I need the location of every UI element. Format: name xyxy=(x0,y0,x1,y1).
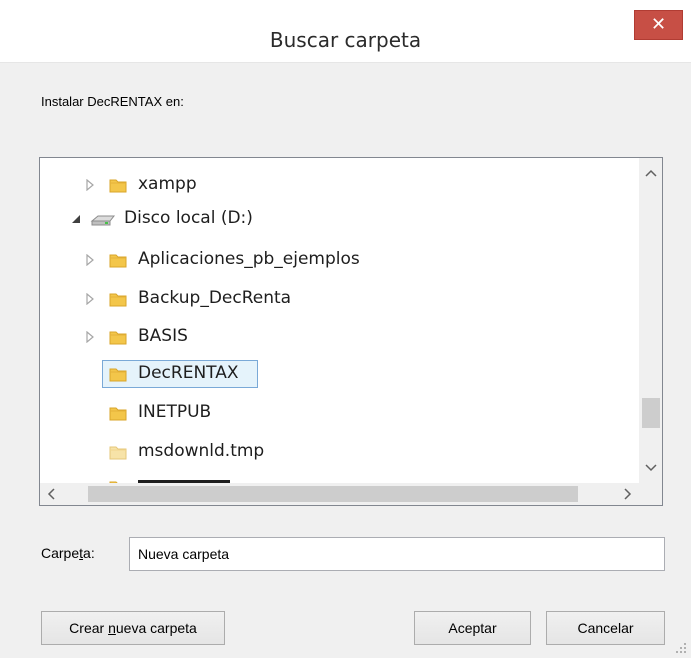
scroll-up-icon[interactable] xyxy=(639,158,663,190)
close-icon: ✕ xyxy=(650,14,667,35)
tree-item-decrentax[interactable]: DecRENTAX xyxy=(40,359,639,389)
button-text: Crear xyxy=(69,620,109,636)
tree-item-msdownld[interactable]: msdownld.tmp xyxy=(40,437,639,467)
close-button[interactable]: ✕ xyxy=(634,10,683,40)
scroll-down-icon[interactable] xyxy=(639,451,663,483)
folder-field-label: Carpeta: xyxy=(41,545,95,561)
browse-folder-dialog: Buscar carpeta ✕ Instalar DecRENTAX en: … xyxy=(0,0,691,658)
tree-item-local-disk-d[interactable]: Disco local (D:) xyxy=(40,204,639,234)
expand-arrow-icon[interactable] xyxy=(84,293,96,305)
tree-item-aplicaciones[interactable]: Aplicaciones_pb_ejemplos xyxy=(40,245,639,275)
folder-icon xyxy=(109,407,127,421)
expand-arrow-icon[interactable] xyxy=(84,254,96,266)
expand-arrow-icon[interactable] xyxy=(84,179,96,191)
folder-icon xyxy=(109,368,127,382)
vertical-scroll-thumb[interactable] xyxy=(642,398,660,428)
tree-item-label: msdownld.tmp xyxy=(138,441,265,461)
accept-button[interactable]: Aceptar xyxy=(414,611,531,645)
tree-item-label: DecRENTAX xyxy=(138,363,239,383)
button-accesskey: n xyxy=(108,620,116,636)
expand-arrow-icon[interactable] xyxy=(84,331,96,343)
folder-icon xyxy=(109,293,127,307)
tree-item-label: BASIS xyxy=(138,326,188,346)
tree-item-label: xampp xyxy=(138,174,197,194)
cancel-button[interactable]: Cancelar xyxy=(546,611,665,645)
tree-item-inetpub[interactable]: INETPUB xyxy=(40,398,639,428)
folder-icon xyxy=(109,446,127,460)
tree-item-label: Backup_DecRenta xyxy=(138,288,292,308)
tree-item-label: INETPUB xyxy=(138,402,212,422)
drive-icon xyxy=(90,215,116,226)
folder-name-input[interactable] xyxy=(129,537,665,571)
tree-item-backup[interactable]: Backup_DecRenta xyxy=(40,284,639,314)
scroll-left-icon[interactable] xyxy=(40,483,64,505)
instruction-text: Instalar DecRENTAX en: xyxy=(41,94,184,109)
tree-item-xampp[interactable]: xampp xyxy=(40,170,639,200)
title-bar[interactable]: Buscar carpeta ✕ xyxy=(0,0,691,63)
folder-tree[interactable]: xampp Disco local (D:) Aplicaciones_pb_e… xyxy=(39,157,663,506)
dialog-title: Buscar carpeta xyxy=(269,28,422,52)
label-text: Carpe xyxy=(41,545,80,561)
scrollbar-corner xyxy=(639,483,662,505)
collapse-arrow-icon[interactable] xyxy=(70,213,82,225)
tree-item-label: Disco local (D:) xyxy=(124,208,253,228)
label-text: a: xyxy=(83,545,95,561)
folder-icon xyxy=(109,331,127,345)
horizontal-scroll-thumb[interactable] xyxy=(88,486,578,502)
folder-icon xyxy=(109,179,127,193)
tree-item-label: Aplicaciones_pb_ejemplos xyxy=(138,249,360,269)
resize-grip-icon[interactable] xyxy=(674,641,688,655)
button-text: ueva carpeta xyxy=(115,620,197,636)
tree-item-basis[interactable]: BASIS xyxy=(40,322,639,352)
horizontal-scrollbar[interactable] xyxy=(40,483,639,505)
folder-icon xyxy=(109,254,127,268)
create-new-folder-button[interactable]: Crear nueva carpeta xyxy=(41,611,225,645)
scroll-right-icon[interactable] xyxy=(615,483,639,505)
vertical-scrollbar[interactable] xyxy=(639,158,663,483)
